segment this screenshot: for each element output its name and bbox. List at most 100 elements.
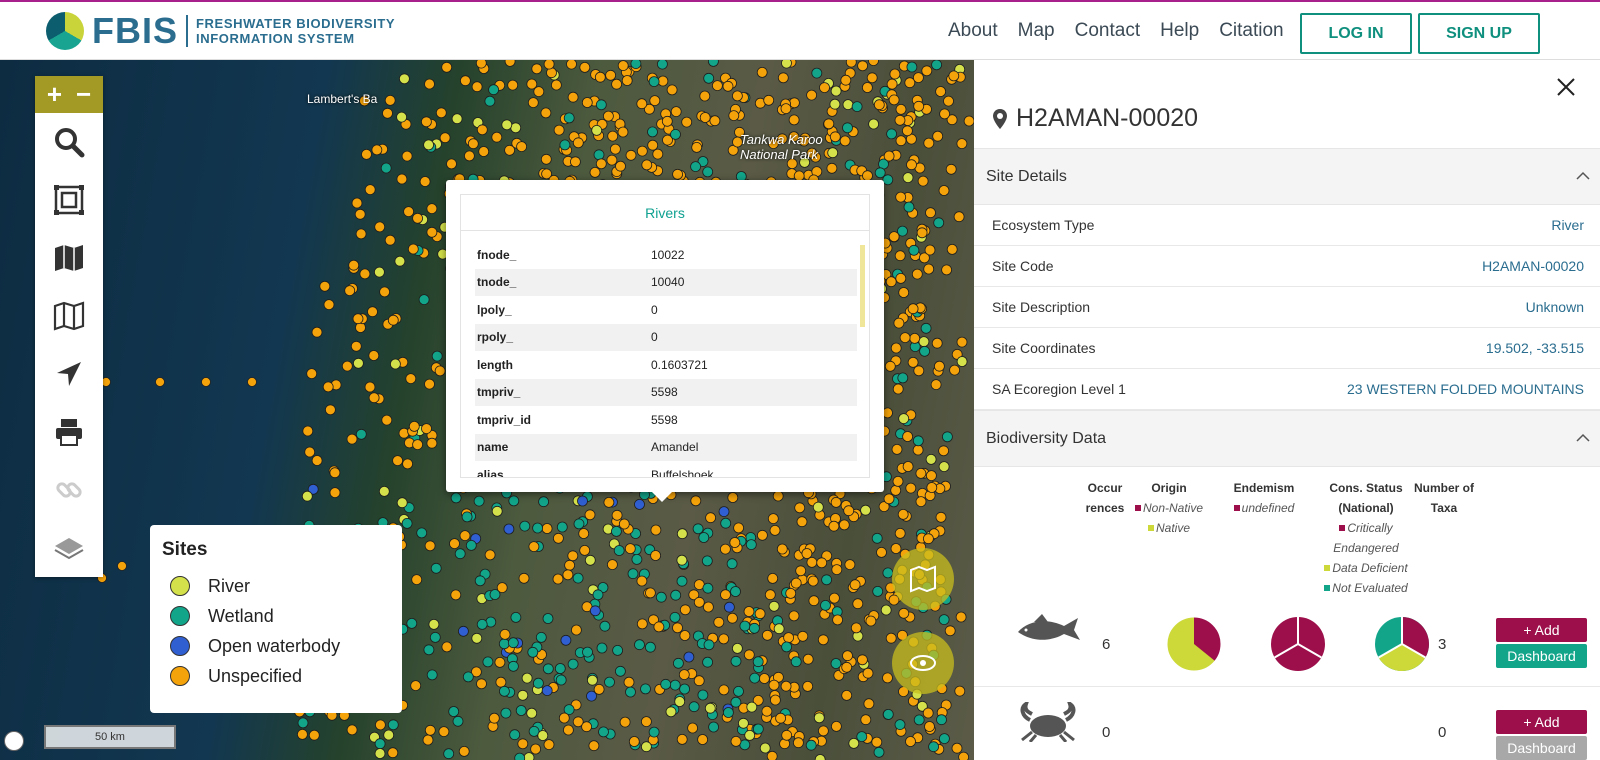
site-marker[interactable] <box>540 153 552 165</box>
site-marker[interactable] <box>781 641 792 653</box>
site-marker[interactable] <box>701 555 713 567</box>
site-marker[interactable] <box>848 738 860 749</box>
site-marker[interactable] <box>894 719 906 730</box>
login-button[interactable]: LOG IN <box>1300 13 1412 54</box>
site-marker[interactable] <box>647 126 658 138</box>
site-marker[interactable] <box>584 509 596 521</box>
site-marker[interactable] <box>759 673 770 684</box>
site-marker[interactable] <box>705 512 716 524</box>
site-marker[interactable] <box>912 444 924 456</box>
site-marker[interactable] <box>201 377 211 387</box>
site-marker[interactable] <box>631 553 643 565</box>
site-marker[interactable] <box>670 129 681 140</box>
site-marker[interactable] <box>478 146 490 157</box>
site-marker[interactable] <box>702 166 714 178</box>
site-marker[interactable] <box>730 655 742 667</box>
site-marker[interactable] <box>709 115 721 127</box>
site-marker[interactable] <box>351 197 363 209</box>
site-marker[interactable] <box>923 137 935 149</box>
site-marker[interactable] <box>498 638 510 650</box>
site-marker[interactable] <box>650 524 662 536</box>
site-marker[interactable] <box>895 272 907 284</box>
attribution-icon[interactable] <box>4 731 24 751</box>
site-marker[interactable] <box>499 629 511 640</box>
site-marker[interactable] <box>862 82 873 93</box>
site-marker[interactable] <box>703 639 715 651</box>
site-marker[interactable] <box>476 619 488 630</box>
site-marker[interactable] <box>578 528 590 539</box>
site-marker[interactable] <box>573 518 585 530</box>
site-marker[interactable] <box>519 520 531 532</box>
site-marker[interactable] <box>475 60 487 69</box>
site-marker[interactable] <box>523 752 535 760</box>
site-marker[interactable] <box>958 751 969 760</box>
site-marker[interactable] <box>775 712 786 724</box>
site-marker[interactable] <box>746 701 758 713</box>
polygon-select-tool[interactable] <box>35 171 103 229</box>
site-marker[interactable] <box>571 624 582 636</box>
site-marker[interactable] <box>723 707 734 718</box>
site-marker[interactable] <box>857 654 868 666</box>
site-marker[interactable] <box>888 94 900 106</box>
site-marker[interactable] <box>730 586 741 597</box>
site-marker[interactable] <box>443 748 455 760</box>
site-marker[interactable] <box>625 149 637 161</box>
site-marker[interactable] <box>762 629 773 641</box>
site-marker[interactable] <box>935 86 946 97</box>
site-marker[interactable] <box>732 643 743 654</box>
site-marker[interactable] <box>421 423 432 435</box>
site-marker[interactable] <box>764 589 776 601</box>
site-marker[interactable] <box>811 67 823 79</box>
site-marker[interactable] <box>728 110 740 121</box>
site-marker[interactable] <box>727 612 738 624</box>
site-marker[interactable] <box>510 612 522 623</box>
site-marker[interactable] <box>862 667 874 679</box>
site-marker[interactable] <box>645 587 656 599</box>
site-marker[interactable] <box>752 656 764 668</box>
site-marker[interactable] <box>829 98 841 110</box>
site-marker[interactable] <box>459 75 471 87</box>
site-marker[interactable] <box>371 144 383 156</box>
site-marker[interactable] <box>403 206 415 218</box>
site-marker[interactable] <box>439 132 451 144</box>
site-marker[interactable] <box>488 84 500 96</box>
site-marker[interactable] <box>819 82 830 94</box>
site-marker[interactable] <box>898 287 910 298</box>
site-marker[interactable] <box>389 358 401 370</box>
site-marker[interactable] <box>945 163 957 175</box>
site-marker[interactable] <box>780 103 792 114</box>
site-marker[interactable] <box>669 679 681 691</box>
site-marker[interactable] <box>829 592 840 604</box>
site-marker[interactable] <box>383 729 395 741</box>
site-marker[interactable] <box>683 651 695 663</box>
site-marker[interactable] <box>733 522 744 534</box>
site-marker[interactable] <box>424 78 435 90</box>
site-marker[interactable] <box>532 522 543 534</box>
site-marker[interactable] <box>915 496 927 508</box>
site-marker[interactable] <box>780 680 792 692</box>
site-marker[interactable] <box>648 726 660 738</box>
site-marker[interactable] <box>718 684 730 696</box>
site-marker[interactable] <box>579 62 591 73</box>
site-marker[interactable] <box>634 639 645 651</box>
site-marker[interactable] <box>783 632 794 643</box>
site-marker[interactable] <box>587 674 598 686</box>
site-marker[interactable] <box>902 461 914 472</box>
site-marker[interactable] <box>426 203 438 215</box>
site-marker[interactable] <box>802 681 814 692</box>
site-marker[interactable] <box>434 365 446 377</box>
site-marker[interactable] <box>378 485 390 497</box>
site-marker[interactable] <box>311 326 323 338</box>
site-marker[interactable] <box>117 561 127 571</box>
site-marker[interactable] <box>732 90 743 102</box>
site-marker[interactable] <box>438 726 450 737</box>
site-marker[interactable] <box>458 746 470 757</box>
site-marker[interactable] <box>441 641 453 653</box>
site-marker[interactable] <box>655 591 667 603</box>
site-marker[interactable] <box>843 505 855 517</box>
site-marker[interactable] <box>435 107 447 119</box>
close-panel-button[interactable] <box>1556 72 1576 104</box>
site-marker[interactable] <box>768 679 780 691</box>
site-marker[interactable] <box>484 95 496 107</box>
site-marker[interactable] <box>885 632 897 644</box>
